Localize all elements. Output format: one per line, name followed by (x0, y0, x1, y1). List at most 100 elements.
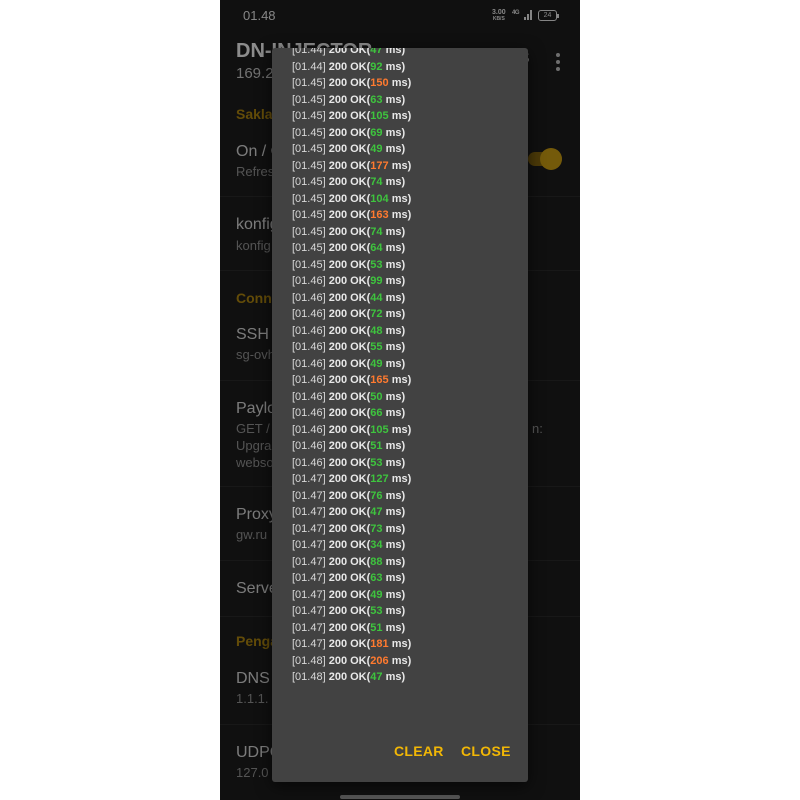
log-entry: [01.47] 200 OK(181 ms) (292, 638, 412, 650)
log-timestamp: [01.47] (292, 473, 326, 485)
log-status: 200 OK (328, 539, 367, 551)
log-entry: [01.47] 200 OK(88 ms) (292, 555, 406, 568)
log-status: 200 OK (328, 489, 367, 502)
log-timestamp: [01.46] (292, 374, 326, 386)
log-timestamp: [01.45] (292, 209, 326, 221)
log-entry: [01.46] 200 OK(51 ms) (292, 440, 406, 452)
log-entry: [01.45] 200 OK(74 ms) (292, 225, 406, 238)
log-latency-value: 105 (370, 110, 389, 122)
log-timestamp: [01.45] (292, 77, 326, 89)
log-latency-value: 34 (370, 539, 383, 551)
log-status: 200 OK (328, 522, 367, 535)
phone-screen: 01.48 3.00 KB/S 4G 24 DN-INJECTOR 169.2 … (220, 0, 580, 800)
log-entry: [01.47] 200 OK(76 ms) (292, 489, 406, 502)
log-timestamp: [01.45] (292, 176, 326, 188)
log-entry: [01.46] 200 OK(53 ms) (292, 456, 406, 469)
log-status: 200 OK (328, 588, 367, 601)
log-list[interactable]: [01.44] 200 OK(47 ms) [01.44] 200 OK(92 m… (292, 48, 512, 686)
log-entry: [01.46] 200 OK(99 ms) (292, 275, 406, 287)
log-timestamp: [01.47] (292, 489, 326, 502)
log-latency-value: 88 (370, 555, 383, 568)
log-entry: [01.47] 200 OK(127 ms) (292, 473, 412, 485)
log-latency-value: 181 (370, 638, 389, 650)
log-entry: [01.47] 200 OK(47 ms) (292, 506, 406, 518)
log-status: 200 OK (328, 654, 367, 667)
log-entry: [01.46] 200 OK(66 ms) (292, 407, 406, 419)
log-status: 200 OK (328, 275, 367, 287)
log-status: 200 OK (328, 572, 367, 584)
log-timestamp: [01.47] (292, 605, 326, 617)
log-latency-value: 99 (370, 275, 383, 287)
log-status: 200 OK (328, 159, 367, 172)
log-status: 200 OK (328, 374, 367, 386)
log-latency-value: 53 (370, 258, 383, 271)
log-timestamp: [01.47] (292, 555, 326, 568)
log-status: 200 OK (328, 423, 367, 436)
log-timestamp: [01.45] (292, 159, 326, 172)
log-status: 200 OK (328, 192, 367, 205)
log-timestamp: [01.46] (292, 291, 326, 304)
log-timestamp: [01.44] (292, 60, 326, 73)
log-timestamp: [01.45] (292, 242, 326, 254)
log-entry: [01.45] 200 OK(53 ms) (292, 258, 406, 271)
log-timestamp: [01.45] (292, 110, 326, 122)
log-timestamp: [01.45] (292, 258, 326, 271)
log-timestamp: [01.46] (292, 456, 326, 469)
home-indicator[interactable] (340, 795, 460, 799)
log-entry: [01.46] 200 OK(44 ms) (292, 291, 406, 304)
log-entry: [01.45] 200 OK(163 ms) (292, 209, 412, 221)
log-entry: [01.45] 200 OK(69 ms) (292, 126, 406, 139)
log-timestamp: [01.45] (292, 126, 326, 139)
log-latency-value: 51 (370, 621, 383, 634)
log-timestamp: [01.46] (292, 440, 326, 452)
log-entry: [01.45] 200 OK(63 ms) (292, 93, 406, 106)
log-timestamp: [01.46] (292, 423, 326, 436)
log-status: 200 OK (328, 440, 367, 452)
log-status: 200 OK (328, 225, 367, 238)
log-entry: [01.46] 200 OK(105 ms) (292, 423, 412, 436)
log-entry: [01.45] 200 OK(105 ms) (292, 110, 412, 122)
log-status: 200 OK (328, 48, 367, 56)
log-latency-value: 51 (370, 440, 383, 452)
log-status: 200 OK (328, 143, 367, 155)
log-status: 200 OK (328, 176, 367, 188)
log-status: 200 OK (328, 209, 367, 221)
log-latency-value: 53 (370, 605, 383, 617)
log-latency-value: 74 (370, 225, 383, 238)
log-timestamp: [01.47] (292, 539, 326, 551)
log-latency-value: 44 (370, 291, 383, 304)
log-timestamp: [01.47] (292, 588, 326, 601)
log-entry: [01.47] 200 OK(53 ms) (292, 605, 406, 617)
log-timestamp: [01.46] (292, 390, 326, 403)
log-entry: [01.45] 200 OK(104 ms) (292, 192, 412, 205)
log-entry: [01.48] 200 OK(206 ms) (292, 654, 412, 667)
log-entry: [01.45] 200 OK(49 ms) (292, 143, 406, 155)
log-timestamp: [01.46] (292, 275, 326, 287)
log-status: 200 OK (328, 605, 367, 617)
log-latency-value: 64 (370, 242, 383, 254)
log-status: 200 OK (328, 291, 367, 304)
log-status: 200 OK (328, 555, 367, 568)
log-latency-value: 49 (370, 588, 383, 601)
close-button[interactable]: CLOSE (461, 743, 511, 759)
log-latency-value: 50 (370, 390, 383, 403)
log-latency-value: 163 (370, 209, 389, 221)
log-latency-value: 48 (370, 324, 383, 337)
log-timestamp: [01.47] (292, 506, 326, 518)
clear-button[interactable]: CLEAR (394, 743, 444, 759)
log-timestamp: [01.46] (292, 357, 326, 370)
log-status: 200 OK (328, 638, 367, 650)
log-entry: [01.46] 200 OK(55 ms) (292, 341, 406, 353)
log-entry: [01.47] 200 OK(63 ms) (292, 572, 406, 584)
log-timestamp: [01.45] (292, 143, 326, 155)
log-entry: [01.47] 200 OK(73 ms) (292, 522, 406, 535)
log-latency-value: 92 (370, 60, 383, 73)
log-latency-value: 49 (370, 357, 383, 370)
log-status: 200 OK (328, 456, 367, 469)
log-latency-value: 66 (370, 407, 383, 419)
log-timestamp: [01.45] (292, 192, 326, 205)
log-entry: [01.47] 200 OK(49 ms) (292, 588, 406, 601)
log-status: 200 OK (328, 473, 367, 485)
log-status: 200 OK (328, 621, 367, 634)
log-status: 200 OK (328, 506, 367, 518)
